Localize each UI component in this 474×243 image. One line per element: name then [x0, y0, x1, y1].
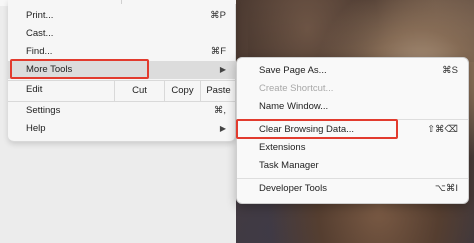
menu-item-label: Task Manager — [259, 160, 319, 171]
menu-item-label: Create Shortcut... — [259, 83, 334, 94]
menu-item-save-page-as[interactable]: Save Page As... ⌘S — [237, 62, 468, 80]
highlight-box-more-tools — [10, 59, 149, 79]
menu-item-cast[interactable]: Cast... — [8, 25, 236, 43]
menu-item-extensions[interactable]: Extensions — [237, 139, 468, 157]
highlight-box-clear-browsing-data — [236, 119, 398, 139]
submenu-arrow-icon: ▶ — [219, 65, 226, 74]
menu-item-print[interactable]: Print... ⌘P — [8, 7, 236, 25]
shortcut-label: ⌘F — [210, 46, 226, 57]
shortcut-label: ⇧⌘⌫ — [427, 124, 458, 135]
shortcut-label: ⌘P — [210, 10, 226, 21]
shortcut-label: ⌥⌘I — [434, 183, 458, 194]
menu-item-label: Save Page As... — [259, 65, 327, 76]
shortcut-label: ⌘, — [213, 105, 226, 116]
menu-item-label: Name Window... — [259, 101, 329, 112]
menu-item-label: Extensions — [259, 142, 306, 153]
menu-top-divider — [121, 0, 122, 4]
menu-item-name-window[interactable]: Name Window... — [237, 98, 468, 116]
menu-item-label: Cast... — [26, 28, 54, 39]
menu-item-label: Edit — [26, 84, 43, 95]
menu-item-task-manager[interactable]: Task Manager — [237, 157, 468, 175]
cut-button[interactable]: Cut — [114, 81, 164, 101]
copy-button[interactable]: Copy — [164, 81, 200, 101]
menu-top-remnant — [8, 0, 236, 4]
menu-item-developer-tools[interactable]: Developer Tools ⌥⌘I — [237, 180, 468, 198]
shortcut-label: ⌘S — [442, 65, 458, 76]
menu-separator — [237, 178, 468, 179]
paste-button[interactable]: Paste — [200, 81, 236, 101]
menu-item-label: Settings — [26, 105, 61, 116]
menu-item-label: Print... — [26, 10, 54, 21]
menu-edit-row: Edit Cut Copy Paste — [8, 81, 236, 101]
menu-item-help[interactable]: Help ▶ — [8, 120, 236, 138]
submenu-arrow-icon: ▶ — [219, 124, 226, 133]
menu-item-label: Help — [26, 123, 46, 134]
menu-item-create-shortcut: Create Shortcut... — [237, 80, 468, 98]
menu-item-settings[interactable]: Settings ⌘, — [8, 102, 236, 120]
menu-item-label: Developer Tools — [259, 183, 327, 194]
wallpaper-shade — [248, 0, 474, 62]
